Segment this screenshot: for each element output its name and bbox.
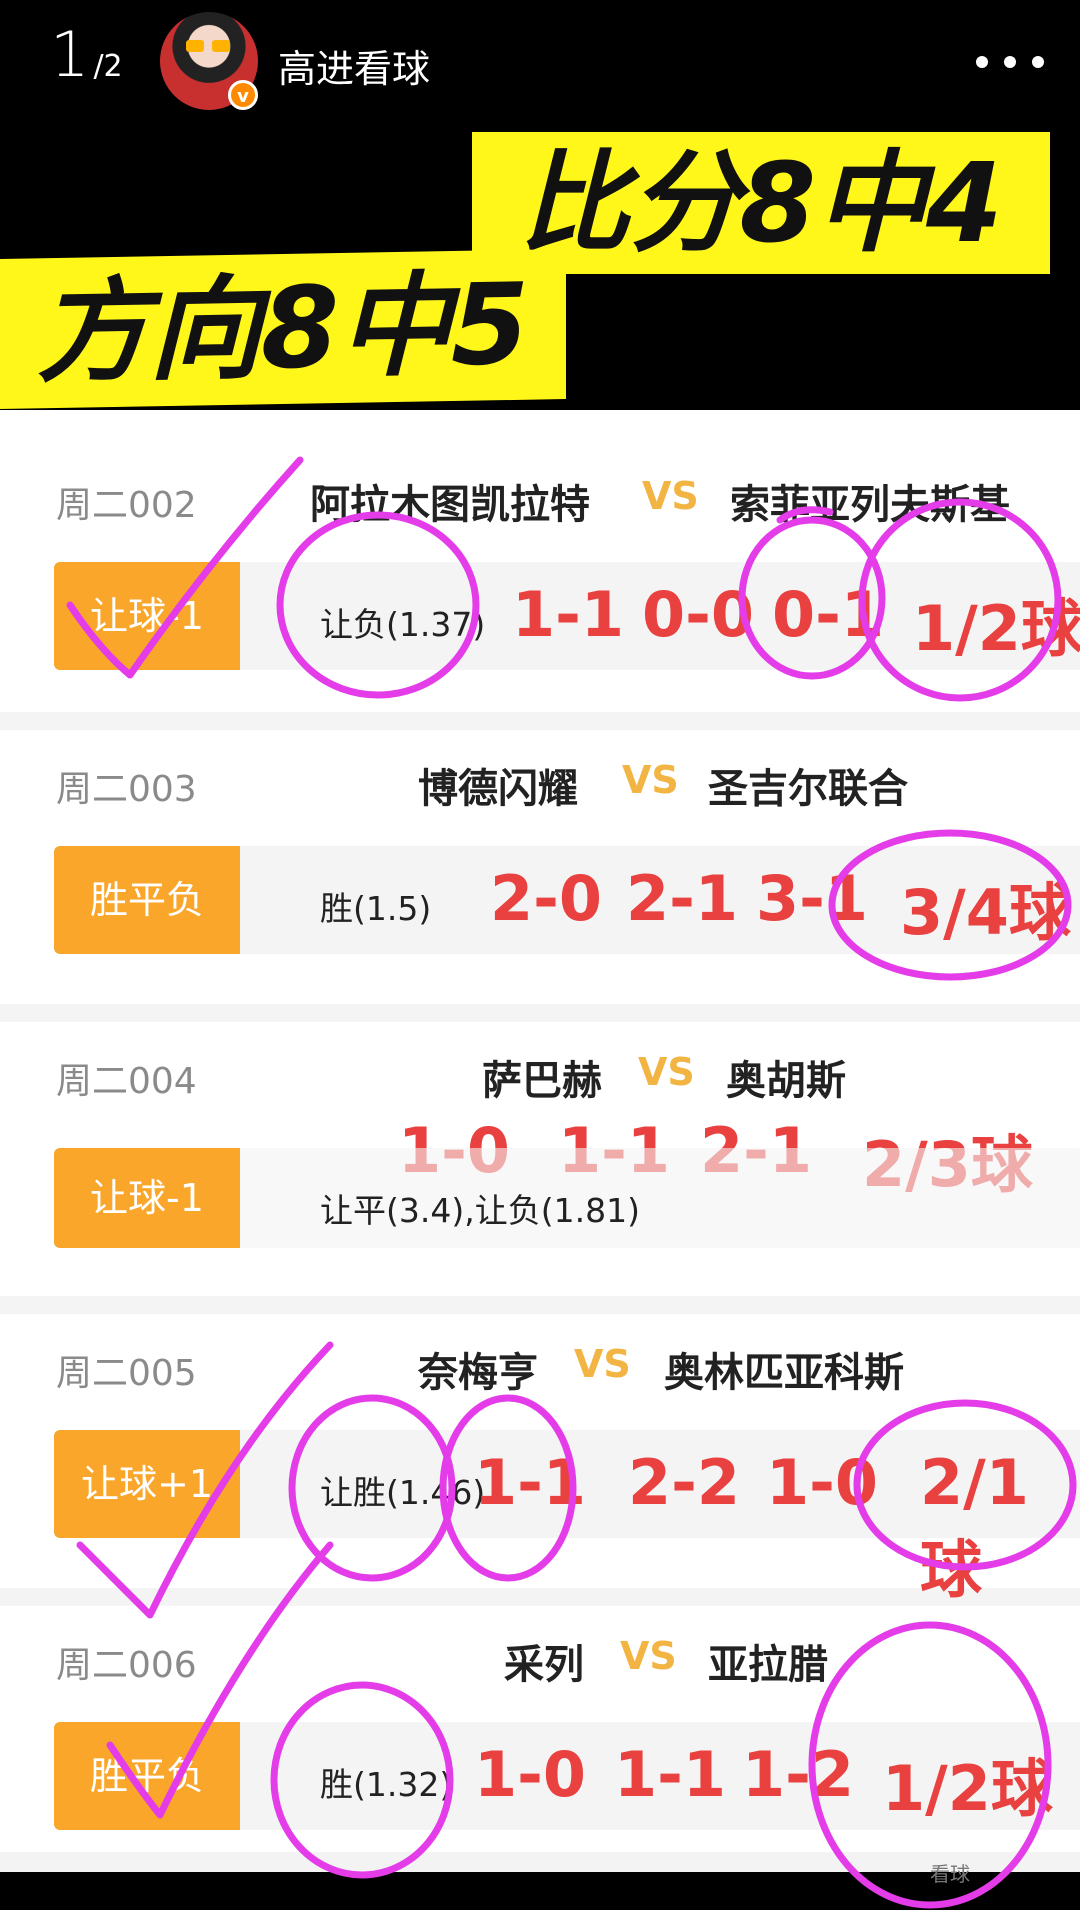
vs-label: VS: [642, 474, 699, 518]
match-card-002[interactable]: 周二002 阿拉木图凯拉特 VS 索菲亚列夫斯基 让球-1 让负(1.37) 1…: [24, 452, 1080, 678]
bet-type-tag: 让球-1: [54, 1148, 240, 1248]
score-prediction: 1-0: [766, 1446, 879, 1519]
bottom-strip: [0, 1852, 1080, 1872]
score-prediction: 0-0: [642, 578, 755, 651]
goals-prediction: 1/2球: [912, 592, 1080, 665]
match-code: 周二002: [56, 485, 197, 526]
bet-row: 让球-1 让负(1.37) 1-1 0-0 0-1 1/2球: [54, 562, 1080, 670]
match-code: 周二003: [56, 769, 197, 810]
card-divider: [0, 712, 1080, 730]
more-icon[interactable]: [972, 52, 1052, 72]
home-team: 萨巴赫: [482, 1058, 602, 1104]
vs-label: VS: [622, 758, 679, 802]
goals-prediction: 1/2球: [882, 1752, 1053, 1825]
home-team: 博德闪耀: [418, 766, 578, 812]
score-prediction: 1-1: [512, 578, 625, 651]
away-team: 奥林匹亚科斯: [664, 1350, 904, 1396]
bet-row: 胜平负 胜(1.5) 2-0 2-1 3-1 3/4球: [54, 846, 1080, 954]
page-total: /2: [93, 49, 123, 84]
vs-label: VS: [620, 1634, 677, 1678]
score-prediction: 1-1: [474, 1446, 587, 1519]
match-card-006[interactable]: 周二006 采列 VS 亚拉腊 胜平负 胜(1.32) 1-0 1-1 1-2 …: [24, 1612, 1080, 1838]
away-team: 圣吉尔联合: [708, 766, 908, 812]
away-team: 奥胡斯: [726, 1058, 846, 1104]
match-card-003[interactable]: 周二003 博德闪耀 VS 圣吉尔联合 胜平负 胜(1.5) 2-0 2-1 3…: [24, 736, 1080, 962]
bet-row: 让球+1 让胜(1.46) 1-1 2-2 1-0 2/1球: [54, 1430, 1080, 1606]
match-code: 周二004: [56, 1061, 197, 1102]
score-prediction: 1-2: [742, 1738, 855, 1811]
away-team: 索菲亚列夫斯基: [730, 482, 1010, 528]
goals-prediction: 2/1球: [920, 1446, 1029, 1606]
page-current: 1: [50, 18, 90, 91]
away-team: 亚拉腊: [708, 1642, 828, 1688]
match-code: 周二006: [56, 1645, 197, 1686]
score-prediction: 2-2: [628, 1446, 741, 1519]
vs-label: VS: [574, 1342, 631, 1386]
score-prediction: 2-1: [626, 862, 739, 935]
score-prediction: 0-1: [772, 578, 885, 651]
card-divider: [0, 1588, 1080, 1606]
home-team: 阿拉木图凯拉特: [310, 482, 590, 528]
bet-pick: 让负(1.37): [320, 605, 486, 644]
author-name[interactable]: 高进看球: [278, 38, 430, 93]
home-team: 奈梅亨: [418, 1350, 538, 1396]
page-counter: 1/2: [50, 18, 123, 91]
bet-pick: 让平(3.4),让负(1.81): [320, 1191, 640, 1230]
bet-row: 胜平负 胜(1.32) 1-0 1-1 1-2 1/2球: [54, 1722, 1080, 1830]
bet-pick: 胜(1.32): [320, 1765, 453, 1804]
home-team: 采列: [504, 1642, 584, 1688]
score-prediction: 1-0: [474, 1738, 587, 1811]
footer-background: [0, 1872, 1080, 1910]
card-divider: [0, 1296, 1080, 1314]
bet-pick: 让胜(1.46): [320, 1473, 486, 1512]
avatar-glasses: [186, 40, 232, 52]
bet-row: 让球-1 让平(3.4),让负(1.81): [54, 1148, 1080, 1248]
match-card-004[interactable]: 周二004 萨巴赫 VS 奥胡斯 1-0 1-1 2-1 2/3球 让球-1 让…: [24, 1028, 1080, 1254]
bet-type-tag: 胜平负: [54, 846, 240, 954]
card-divider: [0, 1004, 1080, 1022]
vs-label: VS: [638, 1050, 695, 1094]
match-code: 周二005: [56, 1353, 197, 1394]
score-prediction: 1-1: [614, 1738, 727, 1811]
score-prediction: 3-1: [756, 862, 869, 935]
bet-pick: 胜(1.5): [320, 889, 432, 928]
bet-type-tag: 胜平负: [54, 1722, 240, 1830]
score-prediction: 2-0: [490, 862, 603, 935]
goals-prediction: 3/4球: [900, 876, 1071, 949]
direction-hit-banner: 方向8中5: [0, 249, 566, 409]
bet-type-tag: 让球-1: [54, 562, 240, 670]
watermark: 看球: [930, 1862, 970, 1886]
verified-badge-icon: v: [228, 80, 258, 110]
bet-type-tag: 让球+1: [54, 1430, 240, 1538]
match-card-005[interactable]: 周二005 奈梅亨 VS 奥林匹亚科斯 让球+1 让胜(1.46) 1-1 2-…: [24, 1320, 1080, 1606]
